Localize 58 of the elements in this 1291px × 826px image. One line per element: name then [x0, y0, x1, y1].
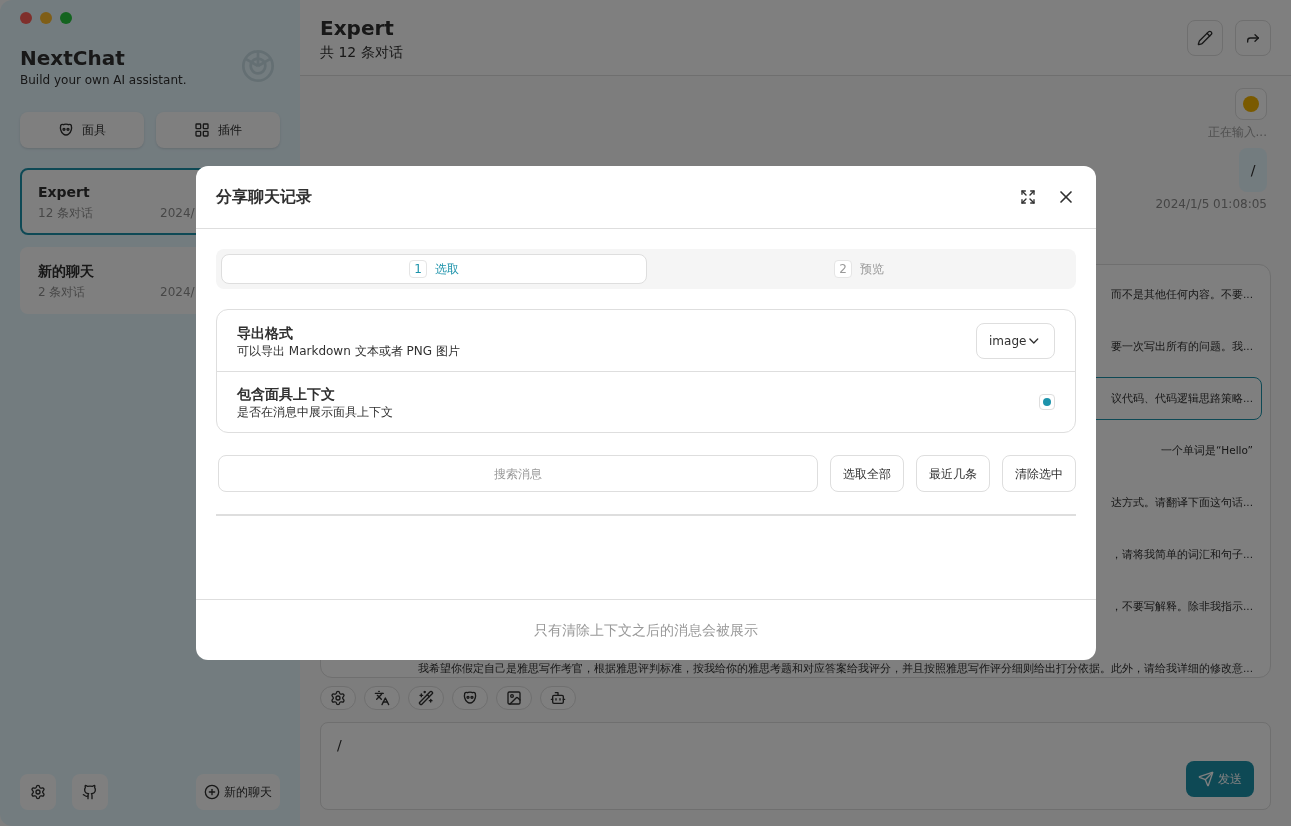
mask-icon [462, 690, 478, 706]
step-label: 选取 [435, 261, 459, 277]
plus-icon [204, 784, 220, 800]
app-subtitle: Build your own AI assistant. [20, 72, 187, 88]
send-icon [1198, 771, 1214, 787]
option-description: 可以导出 Markdown 文本或者 PNG 图片 [237, 342, 460, 359]
option-description: 是否在消息中展示面具上下文 [237, 404, 393, 420]
toolbar-button[interactable] [452, 686, 488, 710]
toolbar-button[interactable] [540, 686, 576, 710]
chat-date: 2024/ [160, 205, 196, 221]
option-title: 包含面具上下文 [237, 385, 336, 404]
share-button[interactable] [1235, 19, 1271, 56]
robot-icon [550, 690, 566, 706]
toolbar-button[interactable] [320, 686, 356, 710]
chat-title: Expert [320, 14, 395, 42]
step-label: 预览 [860, 261, 884, 277]
step-number: 2 [834, 260, 852, 278]
message-timestamp: 2024/1/5 01:08:05 [1155, 196, 1267, 212]
toolbar-button[interactable] [408, 686, 444, 710]
step-tab[interactable]: 1 选取 [221, 254, 647, 284]
action-button[interactable]: 清除选中 [1002, 455, 1076, 492]
mask-icon [58, 122, 74, 138]
search-field[interactable]: 搜索消息 [218, 455, 818, 492]
masks-button[interactable]: 面具 [20, 112, 144, 148]
new-chat-button[interactable]: 新的聊天 [196, 774, 280, 810]
settings-icon [330, 690, 346, 706]
pencil-icon [1197, 29, 1213, 46]
plugins-button[interactable]: 插件 [156, 112, 280, 148]
magic-wand-icon [418, 690, 434, 706]
dialog-footer-note: 只有清除上下文之后的消息会被展示 [534, 621, 758, 640]
chat-title: 新的聊天 [38, 262, 94, 281]
step-tab[interactable]: 2 预览 [647, 254, 1071, 284]
github-icon [82, 784, 98, 800]
step-number: 1 [409, 260, 427, 278]
option-title: 导出格式 [237, 323, 294, 343]
chat-subtitle: 共 12 条对话 [320, 42, 403, 62]
translate-icon [374, 690, 390, 706]
checkbox[interactable] [1039, 394, 1055, 410]
chat-title: Expert [38, 183, 90, 202]
action-button[interactable]: 选取全部 [830, 455, 904, 492]
toolbar-button[interactable] [496, 686, 532, 710]
github-button[interactable] [72, 774, 108, 810]
format-select[interactable]: image [976, 322, 1055, 359]
send-button[interactable]: 发送 [1186, 761, 1254, 797]
edit-button[interactable] [1187, 19, 1223, 56]
toolbar-button[interactable] [364, 686, 400, 710]
avatar-icon [1235, 88, 1267, 120]
settings-icon [30, 784, 46, 800]
message-input[interactable]: / 发送 [320, 722, 1271, 810]
settings-button[interactable] [20, 774, 56, 810]
image-icon [506, 690, 522, 706]
action-button[interactable]: 最近几条 [916, 455, 990, 492]
chat-date: 2024/ [160, 284, 196, 300]
fullscreen-icon[interactable] [1020, 189, 1036, 205]
app-title: NextChat [20, 45, 126, 72]
grid-icon [194, 122, 210, 138]
input-text: / [337, 736, 343, 755]
message-bubble: / [1239, 148, 1267, 192]
